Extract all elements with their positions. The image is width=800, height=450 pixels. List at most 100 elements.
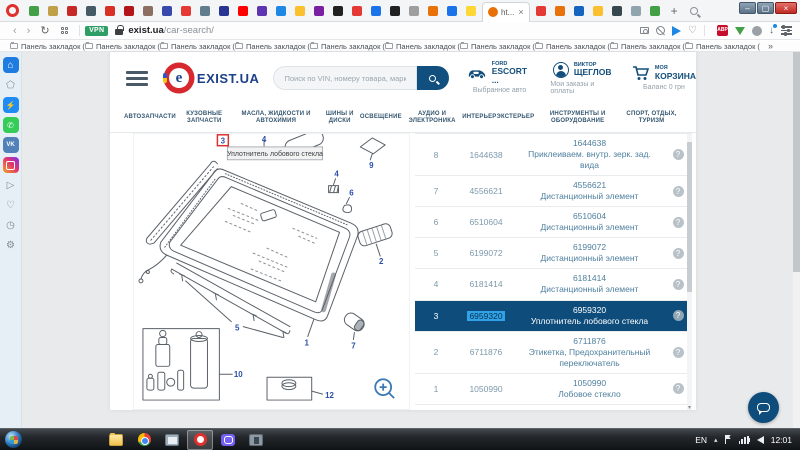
zoom-in-icon[interactable]: [375, 379, 394, 398]
opera-logo-icon[interactable]: [6, 4, 19, 17]
tab-favicon[interactable]: [295, 6, 305, 16]
callout-9[interactable]: 9: [369, 161, 374, 170]
question-icon[interactable]: ?: [673, 279, 684, 290]
tab-favicon[interactable]: [428, 6, 438, 16]
cell-description[interactable]: 6959320Уплотнитель лобового стекла: [515, 305, 664, 327]
table-row[interactable]: 3 6959320 6959320Уплотнитель лобового ст…: [415, 301, 692, 332]
nav-category[interactable]: КУЗОВНЫЕ ЗАПЧАСТИ: [176, 111, 233, 126]
history-icon[interactable]: ◷: [3, 217, 19, 233]
back-icon[interactable]: ‹: [13, 25, 17, 37]
taskbar-chrome[interactable]: [131, 430, 157, 450]
my-flow-sidebar-icon[interactable]: ▷: [3, 177, 19, 193]
tab-favicon[interactable]: [631, 6, 641, 16]
table-row[interactable]: 6 6510604 6510604Дистанционный элемент ?: [415, 207, 692, 238]
site-logo[interactable]: e EXIST.UA: [166, 65, 260, 91]
callout-10[interactable]: 10: [234, 370, 243, 379]
bookmark-item[interactable]: Панель закладок (Б...: [10, 42, 85, 51]
tab-favicon[interactable]: [67, 6, 77, 16]
bookmark-item[interactable]: Панель закладок (Б...: [85, 42, 160, 51]
close-button[interactable]: ×: [775, 2, 797, 14]
nav-category[interactable]: ЭКСТЕРЬЕР: [497, 114, 535, 122]
tab-favicon[interactable]: [333, 6, 343, 16]
instagram-icon[interactable]: [3, 157, 19, 173]
tab-favicon[interactable]: [536, 6, 546, 16]
callout-1[interactable]: 1: [305, 338, 310, 347]
forward-icon[interactable]: ›: [27, 25, 31, 37]
callout-12[interactable]: 12: [325, 391, 334, 400]
reload-icon[interactable]: ↻: [40, 24, 49, 37]
table-row[interactable]: 7 4556621 4556621Дистанционный элемент ?: [415, 176, 692, 207]
taskbar-viber[interactable]: [215, 430, 241, 450]
cell-description[interactable]: 6510604Дистанционный элемент: [515, 211, 664, 233]
tab-favicon[interactable]: [29, 6, 39, 16]
tab-favicon[interactable]: [48, 6, 58, 16]
table-scroll-down-icon[interactable]: ▾: [687, 404, 692, 410]
callout-2[interactable]: 2: [379, 257, 384, 266]
question-icon[interactable]: ?: [673, 186, 684, 197]
tab-favicon[interactable]: [257, 6, 267, 16]
active-tab[interactable]: ht... ×: [482, 2, 530, 22]
hamburger-menu-icon[interactable]: [126, 68, 148, 89]
nav-category[interactable]: МАСЛА, ЖИДКОСТИ И АВТОХИМИЯ: [233, 111, 320, 126]
messenger-icon[interactable]: ⚡: [3, 97, 19, 113]
tab-favicon[interactable]: [574, 6, 584, 16]
clock[interactable]: 12:01: [771, 435, 792, 445]
bookmark-heart-icon[interactable]: ♡: [688, 26, 697, 36]
my-flow-icon[interactable]: [672, 26, 681, 36]
callout-7[interactable]: 7: [351, 341, 356, 350]
adblock-extension-icon[interactable]: ABP: [717, 25, 728, 36]
bookmark-item[interactable]: Панель закладок (Б...: [685, 42, 760, 51]
browser-scrollbar-thumb[interactable]: [793, 52, 800, 272]
tab-favicon[interactable]: [390, 6, 400, 16]
question-icon[interactable]: ?: [673, 248, 684, 259]
tab-favicon[interactable]: [219, 6, 229, 16]
bookmark-item[interactable]: Панель закладок (Б...: [235, 42, 310, 51]
nav-category[interactable]: ШИНЫ И ДИСКИ: [320, 111, 360, 126]
tab-favicon[interactable]: [352, 6, 362, 16]
tab-favicon[interactable]: [200, 6, 210, 16]
callout-4[interactable]: 4: [334, 170, 339, 179]
tab-favicon[interactable]: [409, 6, 419, 16]
table-row[interactable]: 8 1644638 1644638Приклеиваем. внутр. зер…: [415, 134, 692, 176]
question-icon[interactable]: ?: [673, 149, 684, 160]
browser-scrollbar[interactable]: [793, 52, 800, 428]
language-indicator[interactable]: EN: [695, 435, 707, 445]
callout-5[interactable]: 5: [235, 324, 240, 333]
tab-favicon[interactable]: [238, 6, 248, 16]
question-icon[interactable]: ?: [673, 217, 684, 228]
vk-icon[interactable]: VK: [3, 137, 19, 153]
callout-4-top[interactable]: 4: [262, 135, 267, 144]
tab-favicon[interactable]: [447, 6, 457, 16]
start-button[interactable]: [5, 431, 22, 448]
callout-6[interactable]: 6: [349, 189, 354, 198]
question-icon[interactable]: ?: [673, 347, 684, 358]
chat-button[interactable]: [748, 392, 779, 423]
cell-description[interactable]: 4556621Дистанционный элемент: [515, 180, 664, 202]
table-row[interactable]: 5 6199072 6199072Дистанционный элемент ?: [415, 238, 692, 269]
vpn-badge[interactable]: VPN: [85, 26, 108, 36]
callout-3[interactable]: 3: [221, 136, 226, 145]
volume-icon[interactable]: [757, 436, 764, 444]
taskbar-opera-active[interactable]: [187, 430, 213, 450]
selected-car-block[interactable]: FORD ESCORT ... Выбранное авто: [467, 62, 533, 95]
bookmark-item[interactable]: Панель закладок (Б...: [610, 42, 685, 51]
tab-favicon[interactable]: [276, 6, 286, 16]
table-scrollbar[interactable]: ▾: [687, 134, 692, 410]
nav-category[interactable]: АВТОЗАПЧАСТИ: [124, 114, 176, 122]
whatsapp-icon[interactable]: ✆: [3, 117, 19, 133]
nav-category[interactable]: ИНСТРУМЕНТЫ И ОБОРУДОВАНИЕ: [534, 111, 621, 126]
tab-favicon[interactable]: [124, 6, 134, 16]
new-tab-button[interactable]: +: [671, 4, 678, 18]
question-icon[interactable]: ?: [673, 383, 684, 394]
tab-favicon[interactable]: [555, 6, 565, 16]
table-row[interactable]: 2 6711876 6711876Этикетка, Предохранител…: [415, 332, 692, 374]
table-row[interactable]: 1 1050990 1050990Лобовое стекло ?: [415, 374, 692, 405]
speed-dial-home-icon[interactable]: ⌂: [3, 57, 19, 73]
tab-favicon[interactable]: [593, 6, 603, 16]
nav-category[interactable]: ИНТЕРЬЕР: [462, 114, 496, 122]
table-row[interactable]: 1 1050797 1050797Лобовое стекло ?: [415, 405, 692, 410]
tune-icon[interactable]: [781, 25, 792, 36]
cell-description[interactable]: 1644638Приклеиваем. внутр. зерк. зад. ви…: [515, 138, 664, 171]
cart-block[interactable]: МОЯ КОРЗИНА Баланс 0 грн: [632, 66, 696, 91]
tab-favicon[interactable]: [143, 6, 153, 16]
